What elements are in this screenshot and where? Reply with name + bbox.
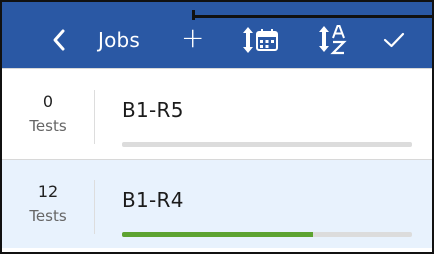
job-progress-fill: [122, 232, 314, 237]
test-count-value: 12: [37, 182, 59, 201]
toolbar: Jobs +: [2, 2, 432, 68]
back-button[interactable]: [52, 24, 72, 56]
chevron-left-icon: [53, 29, 65, 51]
sort-by-date-icon: [243, 27, 278, 53]
job-progress-bar: [122, 142, 412, 147]
test-count-label: Tests: [29, 207, 67, 225]
test-count: 12 Tests: [2, 160, 94, 248]
app-frame: Jobs + 0 Tests B1-R5 12 Tests B1-R4: [0, 0, 434, 254]
window-edge-line: [192, 15, 432, 18]
plus-icon: +: [181, 20, 205, 54]
test-count-label: Tests: [29, 117, 67, 135]
page-title: Jobs: [98, 28, 141, 52]
job-name: B1-R5: [122, 98, 184, 122]
confirm-button[interactable]: [382, 24, 406, 56]
sort-by-date-button[interactable]: [242, 24, 282, 56]
sort-alphabetical-icon: [319, 25, 347, 55]
add-job-button[interactable]: +: [181, 20, 205, 54]
test-count-value: 0: [42, 92, 54, 111]
job-row-b1-r5[interactable]: 0 Tests B1-R5: [2, 70, 432, 158]
check-icon: [383, 32, 405, 48]
window-edge-tick: [192, 10, 195, 20]
sort-alphabetical-button[interactable]: [317, 24, 351, 56]
job-progress-bar: [122, 232, 412, 237]
test-count: 0 Tests: [2, 70, 94, 158]
job-row-b1-r4[interactable]: 12 Tests B1-R4: [2, 160, 432, 248]
column-separator: [94, 90, 95, 144]
list-divider: [2, 68, 432, 69]
column-separator: [94, 180, 95, 234]
job-name: B1-R4: [122, 188, 184, 212]
jobs-list: 0 Tests B1-R5 12 Tests B1-R4: [2, 68, 432, 252]
